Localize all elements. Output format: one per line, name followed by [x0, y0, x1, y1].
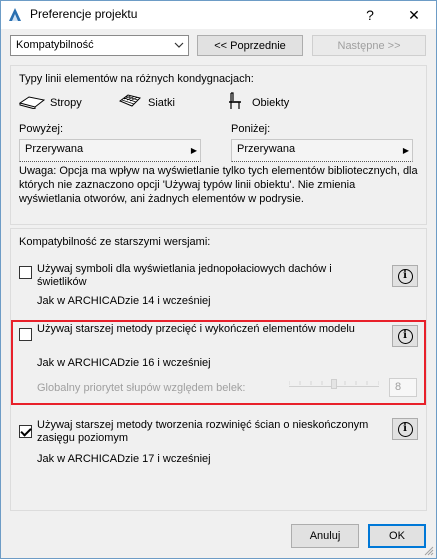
slab-label: Stropy: [50, 97, 82, 109]
wall-elevations-option-version: Jak w ARCHICADzie 17 i wcześniej: [37, 453, 211, 465]
info-icon: i: [397, 268, 413, 284]
below-linetype-popup[interactable]: Przerywana ▶: [231, 139, 413, 162]
above-linetype-popup[interactable]: Przerywana ▶: [19, 139, 201, 162]
next-button[interactable]: Następne >>: [312, 35, 426, 56]
priority-label: Globalny priorytet słupów względem belek…: [37, 382, 246, 394]
intersections-info-button[interactable]: i: [392, 325, 418, 347]
window-title: Preferencje projektu: [30, 7, 138, 21]
intersections-option-label[interactable]: Używaj starszej metody przecięć i wykońc…: [37, 323, 357, 336]
object-icon: [229, 92, 241, 109]
priority-slider-thumb[interactable]: [331, 379, 337, 389]
wall-elevations-option-label[interactable]: Używaj starszej metody tworzenia rozwini…: [37, 419, 377, 445]
preferences-dialog: Preferencje projektu ? ✕ Kompatybilność …: [0, 0, 437, 559]
intersections-checkbox[interactable]: [19, 328, 32, 341]
compatibility-heading: Kompatybilność ze starszymi wersjami:: [19, 236, 211, 248]
below-label: Poniżej:: [231, 123, 271, 135]
archicad-icon: [9, 8, 21, 21]
mesh-label: Siatki: [148, 97, 175, 109]
object-label: Obiekty: [252, 97, 290, 109]
symbols-option-version: Jak w ARCHICADzie 14 i wcześniej: [37, 295, 211, 307]
resize-grip-icon[interactable]: [424, 546, 434, 556]
mesh-icon: [119, 94, 141, 107]
chevron-down-icon: [174, 42, 184, 48]
line-types-note: Uwaga: Opcja ma wpływ na wyświetlanie ty…: [19, 165, 418, 205]
section-dropdown-value: Kompatybilność: [16, 39, 94, 51]
symbols-checkbox[interactable]: [19, 266, 32, 279]
ok-button[interactable]: OK: [368, 524, 426, 548]
wall-elevations-checkbox[interactable]: [19, 425, 32, 438]
symbols-info-button[interactable]: i: [392, 265, 418, 287]
intersections-option-version: Jak w ARCHICADzie 16 i wcześniej: [37, 357, 211, 369]
info-icon: i: [397, 328, 413, 344]
title-bar[interactable]: Preferencje projektu ? ✕: [1, 1, 436, 29]
slab-icon: [19, 96, 45, 109]
above-linetype-value: Przerywana: [25, 143, 84, 155]
priority-value-field[interactable]: 8: [389, 378, 417, 397]
help-button[interactable]: ?: [348, 1, 392, 29]
close-button[interactable]: ✕: [392, 1, 436, 29]
triangle-right-icon: ▶: [402, 146, 409, 155]
symbols-option-label[interactable]: Używaj symboli dla wyświetlania jednopoł…: [37, 263, 367, 289]
triangle-right-icon: ▶: [190, 146, 197, 155]
previous-button[interactable]: << Poprzednie: [197, 35, 303, 56]
section-dropdown[interactable]: Kompatybilność: [10, 35, 189, 56]
cancel-button[interactable]: Anuluj: [291, 524, 359, 548]
wall-elevations-info-button[interactable]: i: [392, 418, 418, 440]
above-label: Powyżej:: [19, 123, 64, 135]
line-types-heading: Typy linii elementów na różnych kondygna…: [19, 73, 254, 85]
below-linetype-value: Przerywana: [237, 143, 296, 155]
info-icon: i: [397, 421, 413, 437]
